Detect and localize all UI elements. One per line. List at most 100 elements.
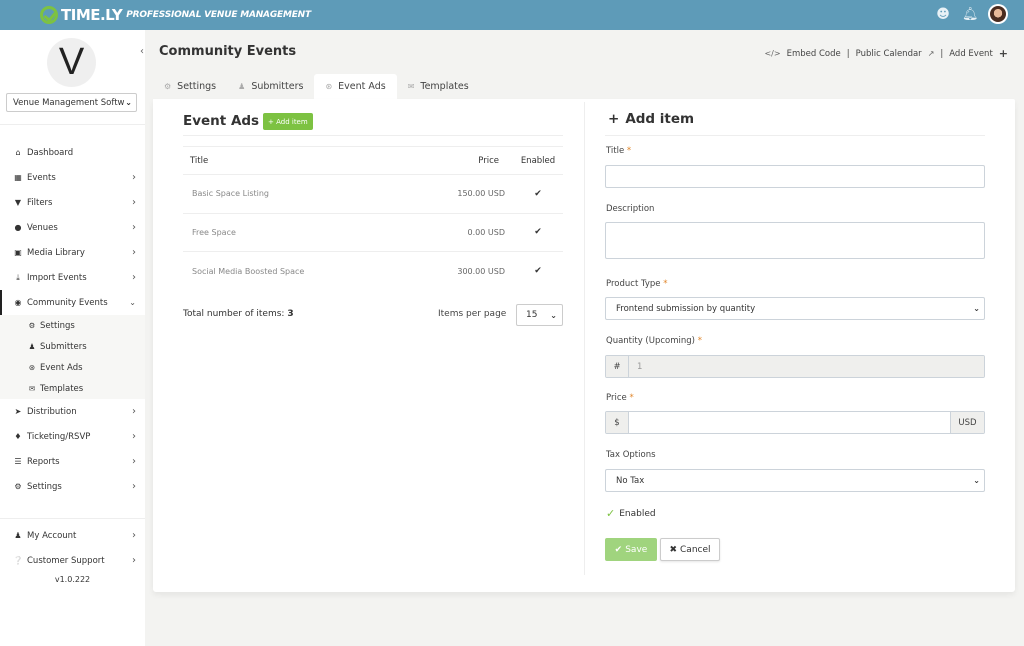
cogs-icon: ⚙: [14, 482, 22, 491]
label-text: Title: [606, 146, 625, 156]
plus-icon: +: [608, 111, 620, 127]
tab-label: Event Ads: [338, 81, 386, 92]
cancel-label: Cancel: [680, 544, 711, 555]
public-calendar-link[interactable]: Public Calendar: [856, 49, 922, 59]
sidebar-item-label: Filters: [27, 197, 53, 208]
row-price: 300.00 USD: [457, 266, 505, 276]
sidebar-subitem-event-ads[interactable]: ⊛ Event Ads: [0, 357, 145, 378]
column-header-price[interactable]: Price: [443, 156, 513, 166]
sidebar-item-my-account[interactable]: ♟ My Account ›: [0, 523, 145, 548]
user-icon: ♟: [14, 531, 22, 540]
tab-event-ads[interactable]: ⊛ Event Ads: [314, 74, 397, 99]
list-icon: ☰: [14, 457, 22, 466]
organization-select[interactable]: Venue Management Softw ⌄: [6, 93, 137, 112]
sidebar-subitem-submitters[interactable]: ♟ Submitters: [0, 336, 145, 357]
plus-icon[interactable]: +: [999, 47, 1008, 60]
table-row[interactable]: Basic Space Listing 150.00 USD ✔: [183, 175, 563, 214]
required-mark: *: [629, 393, 634, 403]
sidebar-divider: [0, 124, 145, 125]
sidebar-item-distribution[interactable]: ➤ Distribution ›: [0, 399, 145, 424]
organization-select-value: Venue Management Softw: [13, 97, 125, 108]
column-header-title[interactable]: Title: [183, 156, 443, 166]
sidebar-item-label: Distribution: [27, 406, 77, 417]
title-input[interactable]: [605, 165, 985, 188]
price-currency-suffix: USD: [950, 412, 984, 433]
cogs-icon: ⚙: [28, 321, 36, 330]
sidebar-item-reports[interactable]: ☰ Reports ›: [0, 449, 145, 474]
bell-icon[interactable]: 🔔︎: [962, 7, 979, 22]
price-input[interactable]: [629, 412, 950, 433]
quantity-label: Quantity (Upcoming) *: [606, 336, 702, 346]
sidebar-item-label: Reports: [27, 456, 60, 467]
column-header-enabled[interactable]: Enabled: [513, 156, 563, 166]
sidebar-item-settings[interactable]: ⚙ Settings ›: [0, 474, 145, 499]
sidebar-item-customer-support[interactable]: ❔ Customer Support ›: [0, 548, 145, 573]
home-icon: ⌂: [15, 148, 21, 157]
sidebar-collapse-icon[interactable]: ‹: [140, 46, 144, 57]
total-items: Total number of items: 3: [183, 309, 294, 319]
sidebar-subitem-label: Event Ads: [40, 362, 83, 373]
save-button[interactable]: ✔ Save: [605, 538, 657, 561]
tab-templates[interactable]: ✉ Templates: [397, 74, 480, 99]
description-textarea[interactable]: [605, 222, 985, 259]
app-version: v1.0.222: [54, 575, 91, 584]
logo[interactable]: TIME.LY PROFESSIONAL VENUE MANAGEMENT: [40, 6, 311, 24]
items-per-page-select[interactable]: 15 ⌄: [516, 304, 563, 326]
chevron-right-icon: ›: [132, 197, 136, 208]
row-title[interactable]: Basic Space Listing: [183, 189, 413, 198]
sidebar-item-import-events[interactable]: ⤓ Import Events ›: [0, 265, 145, 290]
row-title[interactable]: Social Media Boosted Space: [183, 267, 413, 276]
table-row[interactable]: Free Space 0.00 USD ✔: [183, 214, 563, 252]
items-per-page-label: Items per page: [438, 309, 507, 319]
sidebar-item-media-library[interactable]: ▣ Media Library ›: [0, 240, 145, 265]
sidebar-subitem-templates[interactable]: ✉ Templates: [0, 378, 145, 399]
required-mark: *: [626, 146, 632, 156]
sidebar-item-community-events[interactable]: ◉ Community Events ⌄: [0, 290, 145, 315]
table-top-rule: [183, 135, 563, 136]
sidebar-footer-nav: ♟ My Account › ❔ Customer Support ›: [0, 523, 145, 573]
embed-code-link[interactable]: Embed Code: [787, 49, 841, 59]
price-input-group: $ USD: [605, 411, 985, 434]
sidebar-nav: ⌂ Dashboard ▦ Events › ▼ Filters › ● Ven…: [0, 140, 145, 499]
sidebar-item-venues[interactable]: ● Venues ›: [0, 215, 145, 240]
page-title: Community Events: [159, 44, 297, 59]
sidebar-item-label: Community Events: [27, 297, 108, 308]
add-item-button[interactable]: + Add item: [263, 113, 313, 130]
sidebar-subitem-settings[interactable]: ⚙ Settings: [0, 315, 145, 336]
logo-subtitle: PROFESSIONAL VENUE MANAGEMENT: [126, 10, 311, 20]
logo-check-icon: [40, 6, 58, 24]
tab-label: Submitters: [251, 81, 304, 92]
tab-settings[interactable]: ⚙ Settings: [153, 74, 227, 99]
row-title[interactable]: Free Space: [183, 228, 413, 237]
product-type-select[interactable]: Frontend submission by quantity ⌄: [605, 297, 985, 320]
envelope-icon: ✉: [407, 82, 415, 91]
question-circle-icon: ❔: [13, 556, 23, 565]
user-avatar[interactable]: [988, 4, 1008, 24]
enabled-checkbox[interactable]: ✓ Enabled: [606, 507, 656, 520]
total-items-label: Total number of items:: [183, 309, 285, 319]
chevron-right-icon: ›: [132, 555, 136, 566]
sidebar-item-label: Ticketing/RSVP: [27, 431, 91, 442]
table-row[interactable]: Social Media Boosted Space 300.00 USD ✔: [183, 252, 563, 291]
sidebar-item-dashboard[interactable]: ⌂ Dashboard: [0, 140, 145, 165]
tab-bar: ⚙ Settings ♟ Submitters ⊛ Event Ads ✉ Te…: [153, 74, 480, 99]
add-event-link[interactable]: Add Event: [949, 49, 993, 59]
support-agent-icon[interactable]: ☻: [936, 7, 950, 22]
save-label: Save: [625, 544, 648, 555]
description-label: Description: [606, 204, 655, 214]
sidebar-item-label: Import Events: [27, 272, 87, 283]
brand-avatar: V: [47, 38, 96, 87]
sidebar-item-filters[interactable]: ▼ Filters ›: [0, 190, 145, 215]
link-separator: |: [846, 48, 850, 59]
tax-options-value: No Tax: [616, 475, 645, 486]
tab-submitters[interactable]: ♟ Submitters: [227, 74, 314, 99]
cancel-button[interactable]: ✖ Cancel: [660, 538, 720, 561]
sidebar-subitem-label: Templates: [40, 383, 84, 394]
sidebar-item-events[interactable]: ▦ Events ›: [0, 165, 145, 190]
quantity-input[interactable]: 1: [629, 356, 984, 377]
image-icon: ▣: [14, 248, 22, 257]
sidebar-item-ticketing[interactable]: ♦ Ticketing/RSVP ›: [0, 424, 145, 449]
form-divider: [605, 135, 985, 136]
price-label: Price *: [606, 393, 634, 403]
tax-options-select[interactable]: No Tax ⌄: [605, 469, 985, 492]
